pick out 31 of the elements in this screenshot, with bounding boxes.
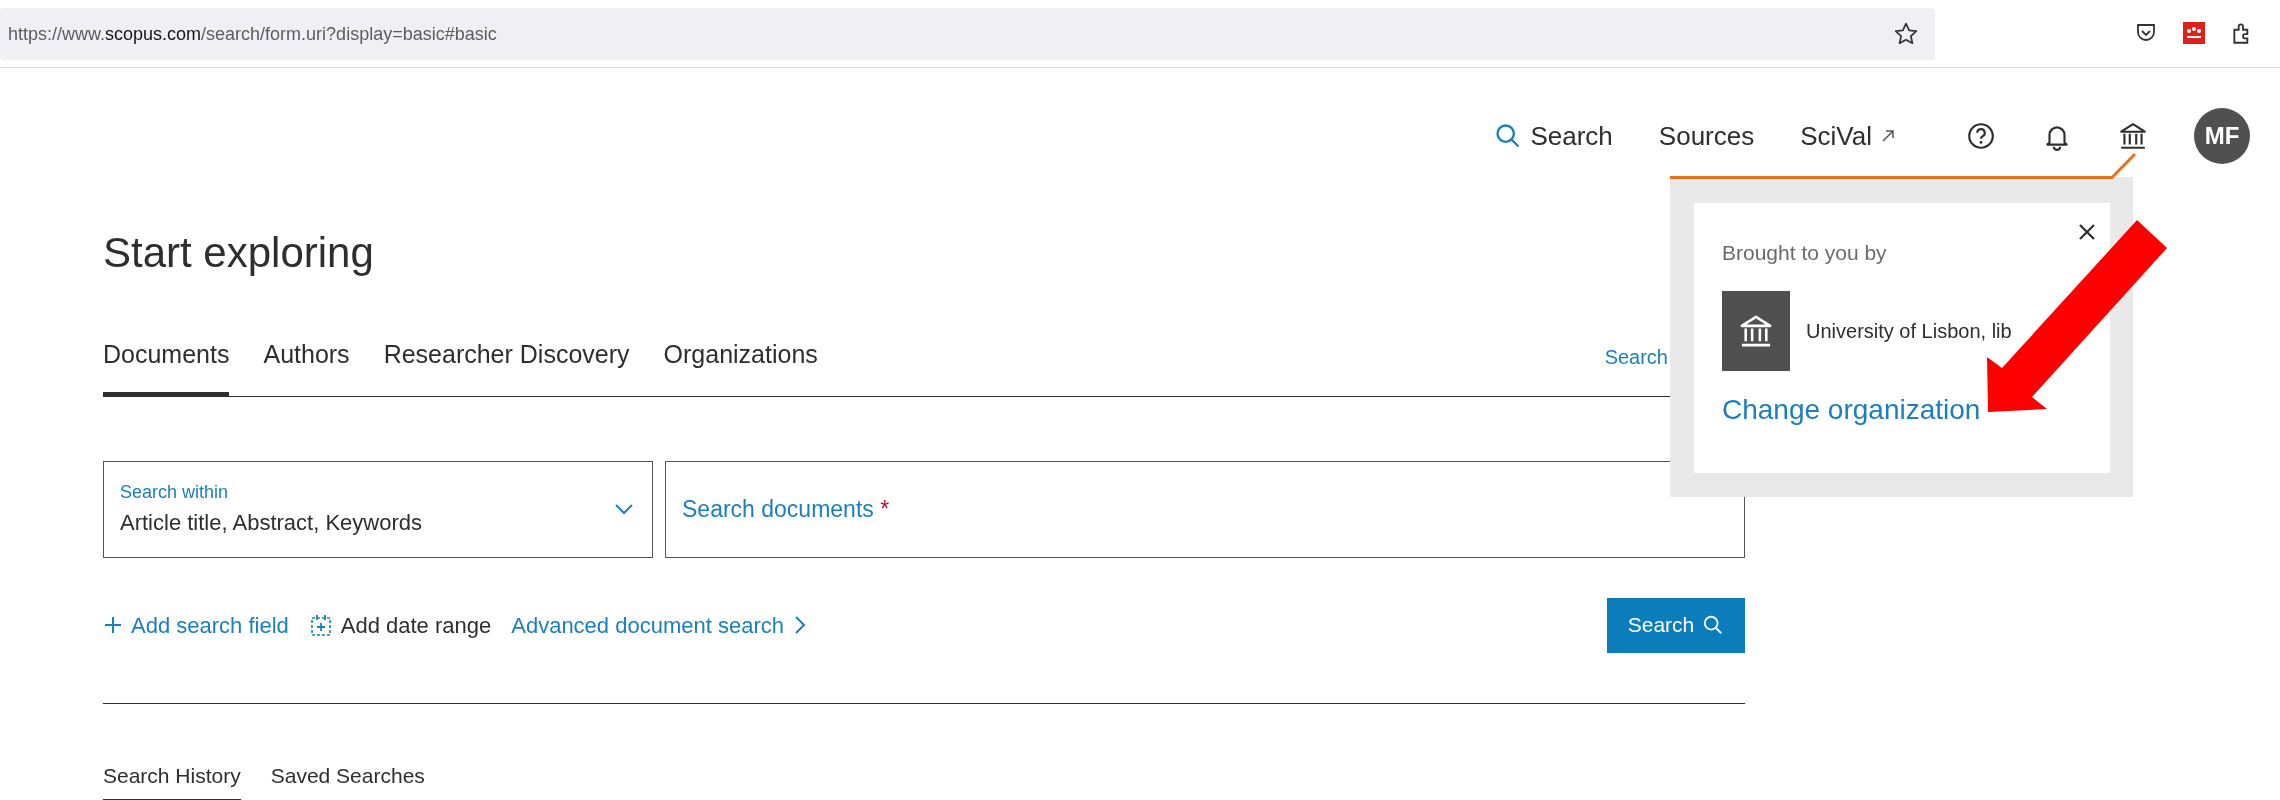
calendar-plus-icon — [308, 613, 333, 637]
search-link[interactable]: Search — [1604, 341, 1668, 396]
tab[interactable]: Authors — [263, 336, 350, 397]
search-within-dropdown[interactable]: Search within Article title, Abstract, Keywords — [103, 460, 653, 558]
advanced-search-link[interactable]: Advanced document search — [511, 608, 808, 642]
institution-name: University of Lisbon, lib — [1806, 318, 2012, 344]
search-link[interactable]: Search — [1494, 116, 1613, 156]
institution-button[interactable] — [2118, 121, 2148, 151]
help-icon — [1966, 121, 1996, 151]
tab[interactable]: Saved Searches — [270, 759, 425, 800]
close-icon — [2078, 222, 2096, 241]
star-icon[interactable] — [1893, 21, 1919, 47]
tab[interactable]: Documents — [103, 336, 230, 397]
search-button[interactable]: Search — [1607, 597, 1745, 653]
tab[interactable]: Researcher Discovery — [383, 336, 630, 397]
help-button[interactable] — [1966, 121, 1996, 151]
add-date-range-button[interactable]: Add date range — [308, 608, 492, 642]
institution-icon — [2118, 121, 2148, 151]
popup-heading: Brought to you by — [1722, 240, 1888, 266]
external-link-icon — [1880, 128, 1896, 144]
add-search-field-link[interactable]: Add search field — [103, 608, 289, 642]
plus-icon — [103, 615, 123, 635]
avatar[interactable]: MF — [2194, 108, 2250, 164]
tab[interactable]: Organizations — [663, 336, 818, 397]
change-organization-link[interactable]: Change organization — [1722, 388, 1981, 431]
nav-link[interactable]: SciVal — [1800, 116, 1896, 156]
nav-link[interactable]: Sources — [1658, 116, 1755, 156]
app-icon[interactable] — [2182, 21, 2206, 45]
search-icon — [1702, 614, 1725, 636]
search-documents-field[interactable]: Search documents * — [665, 460, 1745, 558]
tab[interactable]: Search History — [103, 759, 241, 800]
